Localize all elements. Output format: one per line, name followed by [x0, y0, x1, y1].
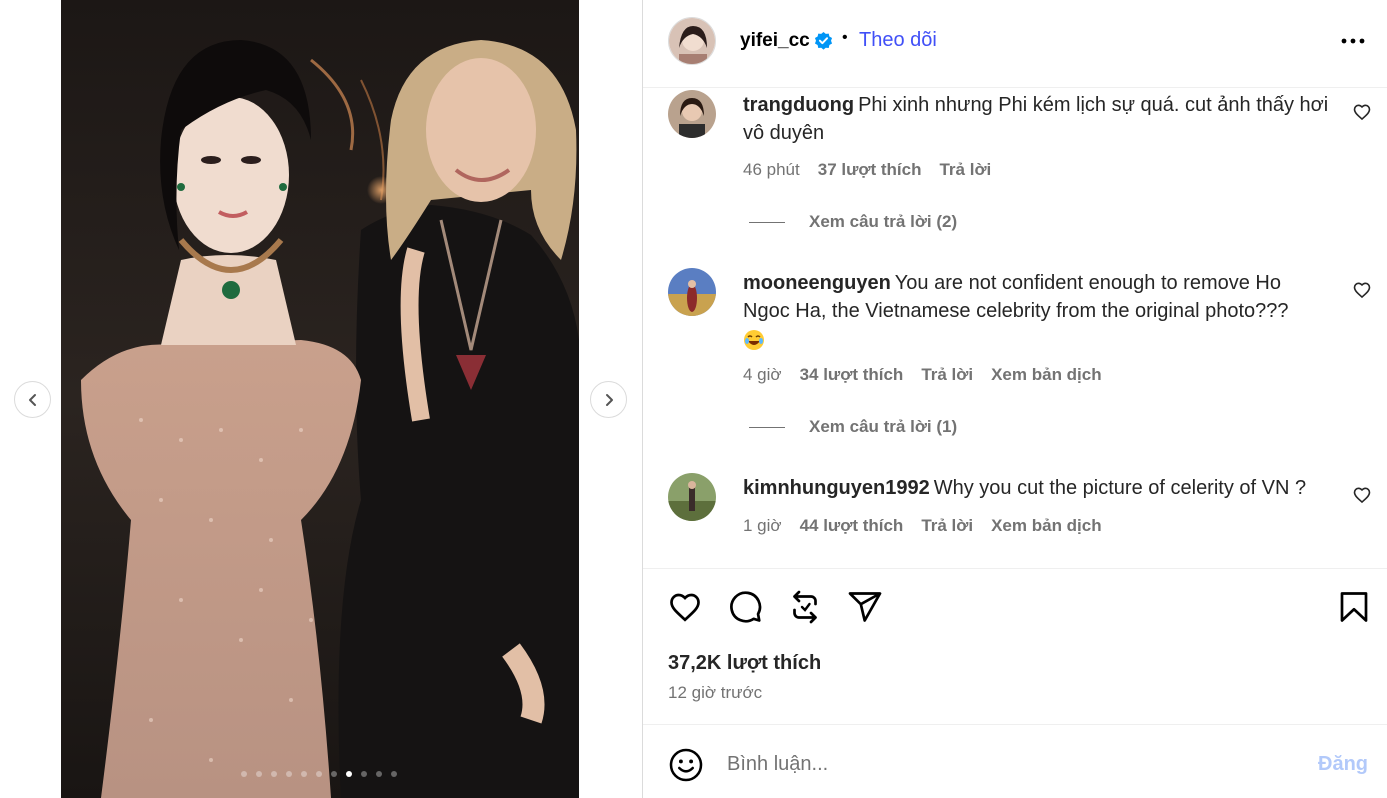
chevron-right-icon — [605, 393, 613, 406]
comment-heart-icon[interactable] — [1352, 485, 1372, 505]
view-replies-button[interactable]: Xem câu trả lời (1) — [749, 417, 957, 437]
next-photo-button[interactable] — [590, 381, 627, 418]
like-count[interactable]: 37,2K lượt thích — [668, 652, 821, 675]
commenter-avatar[interactable] — [668, 268, 716, 316]
comment-text: Why you cut the picture of celerity of V… — [933, 477, 1307, 499]
repost-icon[interactable] — [787, 589, 823, 625]
comment-likes[interactable]: 34 lượt thích — [800, 365, 904, 385]
carousel-dot — [346, 771, 352, 777]
comment-input[interactable] — [727, 749, 1287, 779]
comment-heart-icon[interactable] — [1352, 280, 1372, 300]
comment-time[interactable]: 46 phút — [743, 160, 800, 180]
carousel-dot — [271, 771, 277, 777]
comment-meta: 4 giờ 34 lượt thích Trả lời Xem bản dịch — [743, 365, 1102, 385]
carousel-dot — [241, 771, 247, 777]
comment-username[interactable]: mooneenguyen — [743, 272, 891, 294]
carousel-dot — [301, 771, 307, 777]
carousel-dot — [376, 771, 382, 777]
carousel-dot — [316, 771, 322, 777]
previous-photo-button[interactable] — [14, 381, 51, 418]
header-separator: • — [842, 29, 848, 46]
comment-time[interactable]: 4 giờ — [743, 365, 782, 385]
post-header: yifei_cc • Theo dõi — [643, 0, 1387, 88]
follow-button[interactable]: Theo dõi — [859, 29, 937, 52]
more-options-icon[interactable] — [1338, 29, 1368, 53]
commenter-avatar[interactable] — [668, 473, 716, 521]
post-side-panel: yifei_cc • Theo dõi trangduong Phi xinh … — [643, 0, 1387, 798]
chevron-left-icon — [28, 393, 36, 406]
emoji-icon[interactable] — [668, 747, 704, 783]
laughing-emoji-icon — [744, 329, 764, 350]
comment-likes[interactable]: 37 lượt thích — [818, 160, 922, 180]
translate-button[interactable]: Xem bản dịch — [991, 516, 1102, 536]
comment-heart-icon[interactable] — [1352, 102, 1372, 122]
comments-list[interactable]: trangduong Phi xinh nhưng Phi kém lịch sự… — [643, 88, 1387, 568]
photo-illustration — [61, 0, 579, 798]
carousel-dot — [391, 771, 397, 777]
reply-button[interactable]: Trả lời — [939, 160, 991, 180]
comment-meta: 1 giờ 44 lượt thích Trả lời Xem bản dịch — [743, 516, 1102, 536]
post-timestamp[interactable]: 12 giờ trước — [668, 683, 762, 703]
comment-username[interactable]: kimnhunguyen1992 — [743, 477, 930, 499]
reply-button[interactable]: Trả lời — [921, 516, 973, 536]
commenter-avatar[interactable] — [668, 90, 716, 138]
carousel-dot — [361, 771, 367, 777]
carousel-indicator — [241, 771, 397, 777]
comment-username[interactable]: trangduong — [743, 94, 854, 116]
carousel-dot — [256, 771, 262, 777]
comment-meta: 46 phút 37 lượt thích Trả lời — [743, 160, 991, 180]
view-replies-button[interactable]: Xem câu trả lời (2) — [749, 212, 957, 232]
post-photo[interactable] — [61, 0, 579, 798]
author-avatar[interactable] — [668, 17, 716, 65]
post-actions — [643, 585, 1387, 631]
carousel-dot — [331, 771, 337, 777]
verified-badge-icon — [814, 31, 833, 50]
translate-button[interactable]: Xem bản dịch — [991, 365, 1102, 385]
carousel-dot — [286, 771, 292, 777]
comment-likes[interactable]: 44 lượt thích — [800, 516, 904, 536]
reply-button[interactable]: Trả lời — [921, 365, 973, 385]
comment-icon[interactable] — [727, 589, 763, 625]
media-pane — [0, 0, 642, 798]
actions-divider — [643, 568, 1387, 569]
heart-icon[interactable] — [667, 589, 703, 625]
comment-composer: Đăng — [643, 725, 1387, 798]
share-icon[interactable] — [847, 589, 883, 625]
comment-time[interactable]: 1 giờ — [743, 516, 782, 536]
save-icon[interactable] — [1336, 589, 1372, 625]
post-comment-button[interactable]: Đăng — [1318, 753, 1368, 776]
author-username[interactable]: yifei_cc — [740, 30, 810, 52]
